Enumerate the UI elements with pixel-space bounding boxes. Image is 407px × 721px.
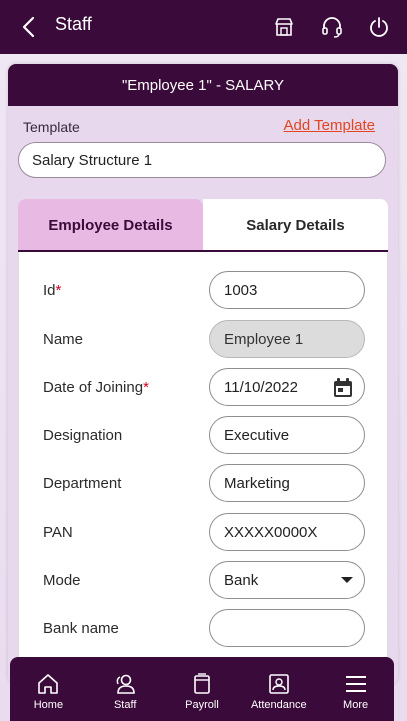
mode-select[interactable]: Bank [209, 561, 365, 599]
attendance-icon [268, 674, 289, 694]
mode-label: Mode [43, 572, 81, 589]
id-field[interactable]: 1003 [209, 271, 365, 309]
form-row-id: Id* 1003 [19, 271, 389, 311]
nav-home-label: Home [33, 699, 64, 711]
required-marker: * [143, 379, 149, 396]
nav-home[interactable]: Home [10, 657, 87, 721]
form-row-designation: Designation Executive [19, 416, 389, 456]
tab-employee-details[interactable]: Employee Details [18, 199, 203, 251]
dropdown-caret-icon [341, 577, 353, 583]
bank-name-label: Bank name [43, 620, 119, 637]
card-title: "Employee 1" - SALARY [8, 64, 398, 106]
department-label: Department [43, 475, 122, 492]
salary-card: "Employee 1" - SALARY Template Add Templ… [8, 64, 398, 684]
back-button[interactable] [14, 12, 42, 42]
designation-label: Designation [43, 427, 123, 444]
form-row-pan: PAN XXXXX0000X [19, 513, 389, 553]
tab-bar: Employee Details Salary Details [18, 199, 388, 251]
payroll-icon [194, 673, 210, 694]
support-button[interactable] [318, 13, 346, 41]
employee-details-form: Id* 1003 Name Employee 1 Date of Joining… [18, 252, 388, 684]
pan-label: PAN [43, 524, 73, 541]
logout-button[interactable] [365, 13, 393, 41]
headset-icon [322, 17, 342, 38]
home-icon [38, 674, 59, 694]
store-icon [275, 18, 293, 36]
power-icon [370, 17, 388, 37]
staff-icon [116, 674, 135, 694]
template-select[interactable]: Salary Structure 1 [18, 142, 386, 178]
form-row-mode: Mode Bank [19, 561, 389, 601]
nav-payroll[interactable]: Payroll [164, 657, 241, 721]
required-marker: * [55, 282, 62, 299]
back-arrow-icon [22, 16, 35, 38]
name-label: Name [43, 331, 84, 348]
nav-staff[interactable]: Staff [87, 657, 164, 721]
doj-label: Date of Joining* [43, 379, 149, 396]
doj-field[interactable]: 11/10/2022 [209, 368, 365, 406]
nav-payroll-label: Payroll [185, 699, 219, 711]
form-row-department: Department Marketing [19, 464, 389, 504]
nav-more[interactable]: More [317, 657, 394, 721]
add-template-link[interactable]: Add Template [284, 117, 375, 134]
id-label: Id* [43, 282, 62, 299]
bottom-navigation: Home Staff Payroll Attendance More [10, 657, 394, 721]
department-field[interactable]: Marketing [209, 464, 365, 502]
mode-value: Bank [224, 571, 259, 589]
nav-attendance[interactable]: Attendance [240, 657, 317, 721]
menu-icon [345, 676, 366, 692]
tab-salary-details[interactable]: Salary Details [203, 199, 388, 251]
nav-staff-label: Staff [113, 699, 137, 711]
nav-more-label: More [343, 699, 369, 711]
name-field: Employee 1 [209, 320, 365, 358]
nav-attendance-label: Attendance [250, 699, 307, 711]
form-row-name: Name Employee 1 [19, 320, 389, 360]
calendar-icon[interactable] [332, 377, 354, 399]
store-button[interactable] [270, 13, 298, 41]
form-row-doj: Date of Joining* 11/10/2022 [19, 368, 389, 408]
bank-name-field[interactable] [209, 609, 365, 647]
doj-value: 11/10/2022 [224, 378, 298, 396]
template-label: Template [23, 119, 80, 135]
page-title: Staff [55, 14, 92, 34]
top-app-bar: Staff [0, 0, 407, 54]
form-row-bank-name: Bank name [19, 609, 389, 649]
pan-field[interactable]: XXXXX0000X [209, 513, 365, 551]
designation-field[interactable]: Executive [209, 416, 365, 454]
